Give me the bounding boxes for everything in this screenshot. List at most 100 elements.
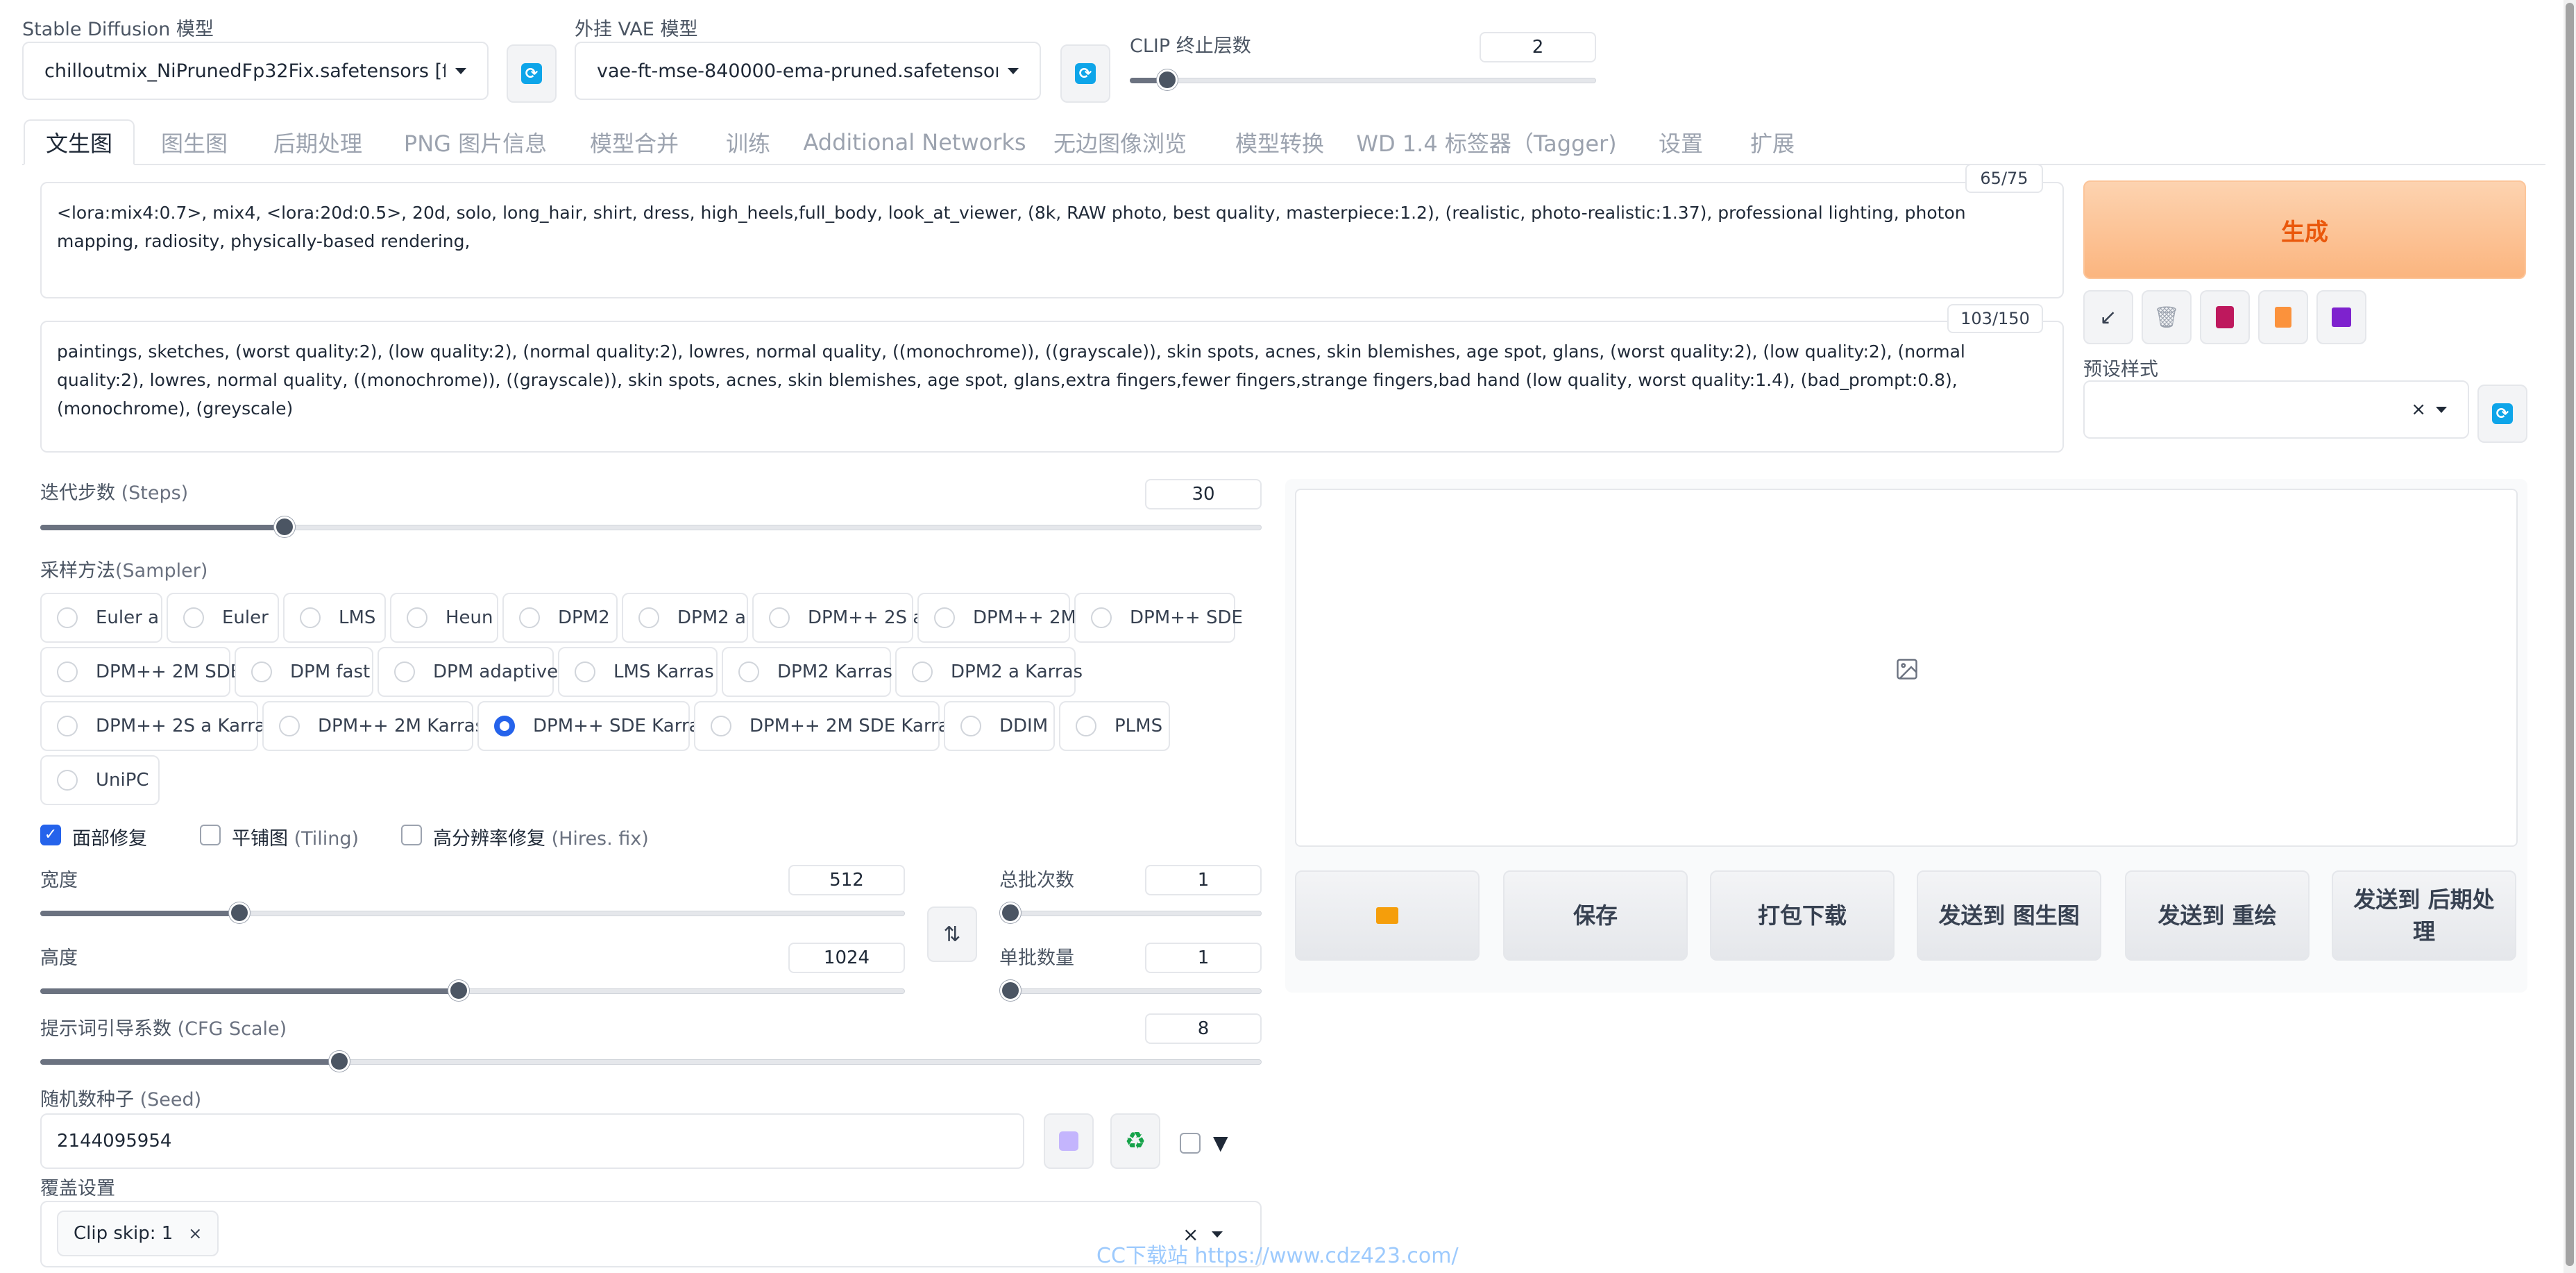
- random-seed-button[interactable]: [1044, 1113, 1094, 1169]
- slider-thumb[interactable]: [448, 980, 470, 1001]
- send-to-extras-button[interactable]: 发送到 后期处理: [2332, 870, 2516, 961]
- expand-triangle-icon[interactable]: ▼: [1213, 1131, 1228, 1154]
- tab-txt2img[interactable]: 文生图: [24, 119, 135, 165]
- negative-prompt-textarea[interactable]: paintings, sketches, (worst quality:2), …: [40, 321, 2064, 453]
- override-settings-field[interactable]: [40, 1201, 1262, 1267]
- sd-model-dropdown[interactable]: chilloutmix_NiPrunedFp32Fix.safetensors …: [22, 42, 489, 100]
- extra-networks-button[interactable]: [2200, 290, 2250, 344]
- width-value[interactable]: 512: [788, 865, 905, 895]
- negative-prompt-token-counter: 103/150: [1947, 304, 2043, 333]
- tab-extras[interactable]: 后期处理: [262, 119, 373, 165]
- tab-merge[interactable]: 模型合并: [582, 119, 687, 165]
- clipboard-icon: [2275, 307, 2291, 328]
- sampler-option[interactable]: DPM2 a Karras: [895, 647, 1083, 697]
- slider-thumb[interactable]: [1156, 69, 1178, 90]
- slider-thumb[interactable]: [1000, 980, 1021, 1001]
- width-label: 宽度: [40, 870, 78, 891]
- send-to-inpaint-button[interactable]: 发送到 重绘: [2125, 870, 2310, 961]
- slider-thumb[interactable]: [274, 516, 295, 537]
- sampler-option[interactable]: LMS Karras: [558, 647, 718, 697]
- radio-dot: [57, 770, 78, 791]
- sampler-option[interactable]: DPM++ 2M Karras: [262, 701, 484, 751]
- height-value[interactable]: 1024: [788, 943, 905, 973]
- clip-skip-slider[interactable]: [1130, 69, 1596, 90]
- sampler-option[interactable]: DPM2: [502, 593, 618, 643]
- refresh-sd-model-button[interactable]: ⟳: [507, 44, 557, 103]
- apply-style-button[interactable]: [2258, 290, 2308, 344]
- swap-dimensions-button[interactable]: ⇅: [927, 907, 977, 962]
- sampler-option[interactable]: DPM++ 2M SDE Karras: [694, 701, 958, 751]
- clear-icon[interactable]: ×: [2411, 399, 2426, 420]
- seed-input[interactable]: 2144095954: [40, 1113, 1024, 1169]
- scrollbar-thumb[interactable]: [2566, 3, 2574, 1266]
- face-restore-checkbox[interactable]: ✓: [40, 825, 61, 845]
- override-token[interactable]: Clip skip: 1 ×: [57, 1211, 219, 1256]
- clear-prompt-button[interactable]: 🗑: [2142, 290, 2192, 344]
- generate-button[interactable]: 生成: [2083, 180, 2526, 279]
- tab-tagger[interactable]: WD 1.4 标签器（Tagger): [1356, 119, 1616, 165]
- tiling-checkbox[interactable]: [200, 825, 221, 845]
- batch-count-slider[interactable]: [1000, 902, 1262, 923]
- tab-png-info[interactable]: PNG 图片信息: [398, 119, 552, 165]
- batch-size-value[interactable]: 1: [1145, 943, 1262, 973]
- prompt-textarea[interactable]: <lora:mix4:0.7>, mix4, <lora:20d:0.5>, 2…: [40, 182, 2064, 298]
- sampler-option[interactable]: Euler: [167, 593, 279, 643]
- tab-model-convert[interactable]: 模型转换: [1228, 119, 1331, 165]
- sampler-option[interactable]: DPM++ 2M SDE: [40, 647, 242, 697]
- chevron-down-icon[interactable]: [1212, 1231, 1223, 1238]
- sampler-option-selected[interactable]: DPM++ SDE Karras: [477, 701, 709, 751]
- paste-params-button[interactable]: ↙: [2083, 290, 2133, 344]
- sampler-option[interactable]: PLMS: [1059, 701, 1170, 751]
- seed-label: 随机数种子 (Seed): [40, 1089, 202, 1111]
- tab-additional-networks[interactable]: Additional Networks: [803, 119, 1026, 165]
- sampler-option[interactable]: DPM++ 2S a: [752, 593, 924, 643]
- save-button[interactable]: 保存: [1503, 870, 1688, 961]
- output-image-area: [1295, 489, 2518, 847]
- height-slider[interactable]: [40, 980, 905, 1001]
- sampler-option[interactable]: DPM++ 2M: [917, 593, 1076, 643]
- sampler-option[interactable]: DPM adaptive: [378, 647, 558, 697]
- vae-dropdown[interactable]: vae-ft-mse-840000-ema-pruned.safetensors: [575, 42, 1041, 100]
- tab-img2img[interactable]: 图生图: [146, 119, 243, 165]
- steps-value[interactable]: 30: [1145, 479, 1262, 509]
- styles-dropdown[interactable]: ×: [2083, 380, 2469, 439]
- refresh-styles-button[interactable]: ⟳: [2477, 385, 2527, 443]
- refresh-vae-button[interactable]: ⟳: [1060, 44, 1110, 103]
- slider-thumb[interactable]: [329, 1051, 350, 1072]
- steps-slider[interactable]: [40, 516, 1262, 537]
- batch-count-value[interactable]: 1: [1145, 865, 1262, 895]
- slider-thumb[interactable]: [228, 902, 250, 923]
- remove-token-icon[interactable]: ×: [188, 1224, 202, 1243]
- tab-settings[interactable]: 设置: [1653, 119, 1709, 165]
- batch-size-label: 单批数量: [999, 947, 1074, 969]
- slider-thumb[interactable]: [1000, 902, 1021, 923]
- cfg-value[interactable]: 8: [1145, 1013, 1262, 1044]
- send-to-img2img-button[interactable]: 发送到 图生图: [1917, 870, 2101, 961]
- sampler-option[interactable]: DDIM: [944, 701, 1055, 751]
- page-scrollbar[interactable]: [2564, 0, 2576, 1273]
- tab-infinite-browser[interactable]: 无边图像浏览: [1045, 119, 1195, 165]
- sampler-option[interactable]: Euler a: [40, 593, 162, 643]
- sampler-option[interactable]: DPM2 a: [622, 593, 748, 643]
- sampler-option[interactable]: UniPC: [40, 755, 160, 805]
- width-slider[interactable]: [40, 902, 905, 923]
- sampler-option[interactable]: DPM2 Karras: [722, 647, 892, 697]
- batch-size-slider[interactable]: [1000, 980, 1262, 1001]
- radio-dot: [300, 607, 321, 628]
- sampler-option[interactable]: DPM++ SDE: [1074, 593, 1243, 643]
- save-style-button[interactable]: [2316, 290, 2366, 344]
- sampler-option[interactable]: DPM fast: [235, 647, 373, 697]
- clip-skip-value[interactable]: 2: [1480, 32, 1596, 62]
- arrow-icon: ↙: [2099, 305, 2117, 330]
- hires-fix-checkbox[interactable]: [401, 825, 422, 845]
- sampler-option[interactable]: LMS: [283, 593, 386, 643]
- sampler-option[interactable]: Heun: [390, 593, 498, 643]
- open-folder-button[interactable]: [1295, 870, 1480, 961]
- zip-download-button[interactable]: 打包下载: [1710, 870, 1895, 961]
- cfg-slider[interactable]: [40, 1051, 1262, 1072]
- extra-seed-checkbox[interactable]: [1180, 1133, 1201, 1154]
- tab-extensions[interactable]: 扩展: [1745, 119, 1800, 165]
- sampler-option[interactable]: DPM++ 2S a Karras: [40, 701, 275, 751]
- tab-train[interactable]: 训练: [719, 119, 777, 165]
- reuse-seed-button[interactable]: ♻: [1110, 1113, 1160, 1169]
